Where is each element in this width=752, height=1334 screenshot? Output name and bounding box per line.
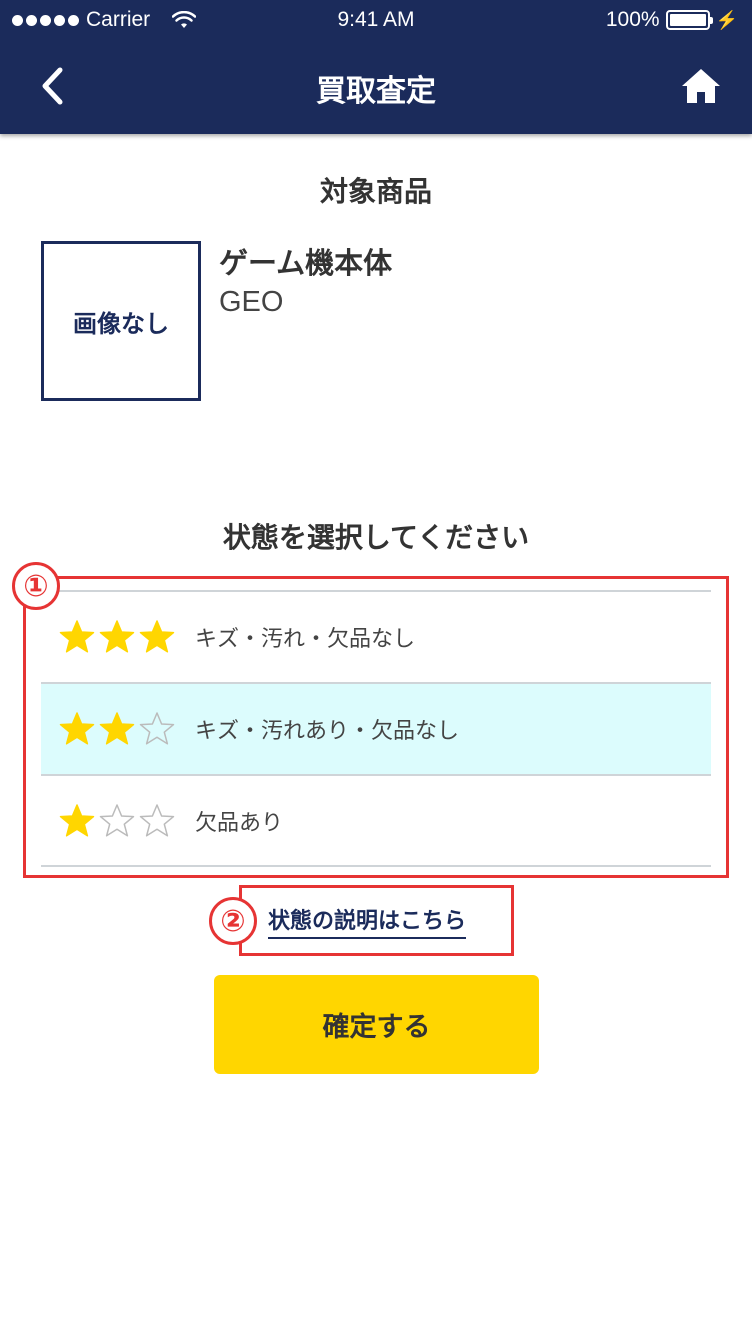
annotation-marker-2: ② bbox=[209, 897, 257, 945]
app-header: Carrier 9:41 AM 100% ⚡ 買取査定 bbox=[0, 0, 752, 134]
star-filled-icon bbox=[59, 804, 95, 837]
product-section-title: 対象商品 bbox=[319, 175, 432, 208]
condition-option-label: キズ・汚れ・欠品なし bbox=[195, 627, 416, 652]
product-brand: GEO bbox=[219, 286, 284, 318]
condition-option-label: キズ・汚れあり・欠品なし bbox=[195, 719, 460, 744]
home-button[interactable] bbox=[680, 66, 722, 106]
star-empty-icon bbox=[139, 712, 175, 745]
condition-option-3-stars[interactable]: キズ・汚れ・欠品なし bbox=[41, 590, 711, 682]
charging-icon: ⚡ bbox=[715, 9, 738, 30]
star-empty-icon bbox=[139, 804, 175, 837]
rating-stars bbox=[59, 619, 195, 655]
condition-explanation-link[interactable]: 状態の説明はこちら bbox=[268, 903, 467, 939]
product-name: ゲーム機本体 bbox=[219, 246, 393, 280]
rating-stars bbox=[59, 803, 195, 839]
condition-option-label: 欠品あり bbox=[195, 811, 284, 836]
battery-icon bbox=[665, 10, 713, 30]
status-bar: Carrier 9:41 AM 100% ⚡ bbox=[0, 0, 752, 40]
star-filled-icon bbox=[59, 620, 95, 653]
star-filled-icon bbox=[59, 712, 95, 745]
condition-section-title: 状態を選択してください bbox=[222, 521, 530, 554]
star-filled-icon bbox=[99, 712, 135, 745]
page-title: 買取査定 bbox=[316, 74, 436, 109]
rating-stars bbox=[59, 711, 195, 747]
star-filled-icon bbox=[99, 620, 135, 653]
star-filled-icon bbox=[139, 620, 175, 653]
annotation-marker-1: ① bbox=[12, 562, 60, 610]
divider bbox=[41, 865, 711, 867]
battery-percent: 100% bbox=[605, 8, 660, 31]
battery-status: 100% ⚡ bbox=[606, 8, 738, 32]
confirm-button[interactable]: 確定する bbox=[214, 975, 539, 1074]
condition-option-2-stars[interactable]: キズ・汚れあり・欠品なし bbox=[41, 682, 711, 774]
star-empty-icon bbox=[99, 804, 135, 837]
condition-option-1-star[interactable]: 欠品あり bbox=[41, 774, 711, 866]
product-image-placeholder: 画像なし bbox=[41, 241, 201, 401]
